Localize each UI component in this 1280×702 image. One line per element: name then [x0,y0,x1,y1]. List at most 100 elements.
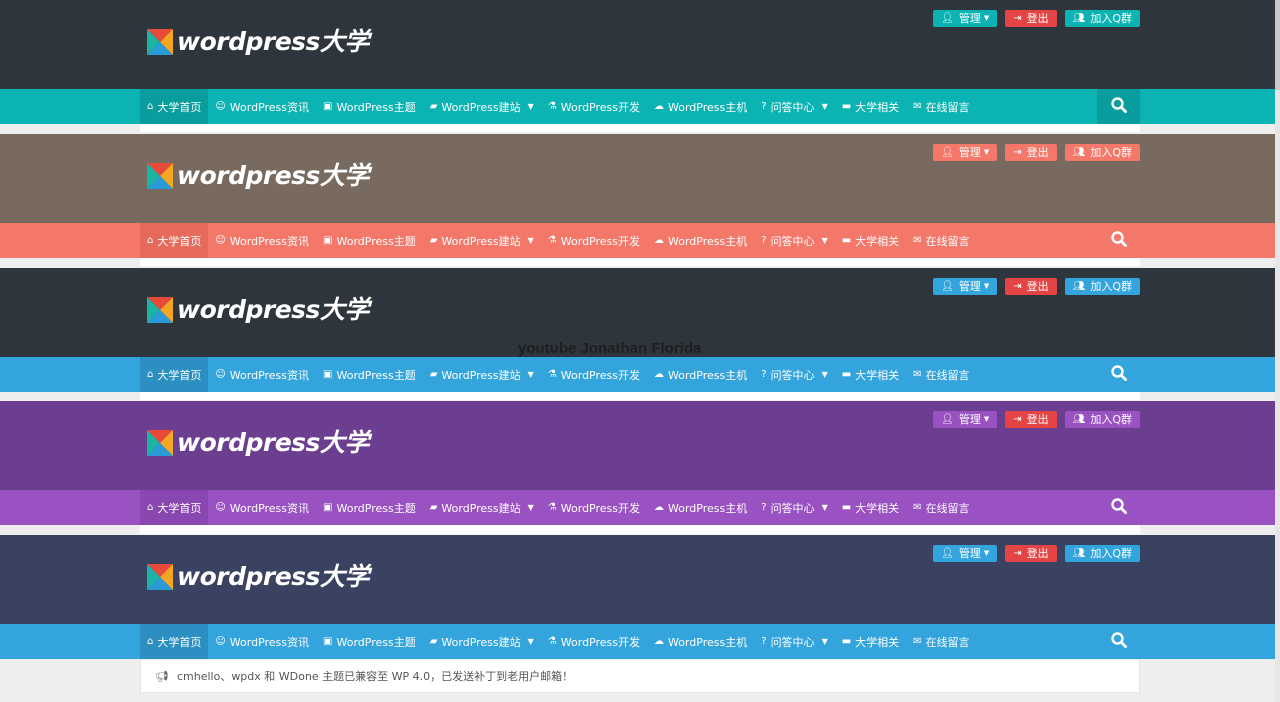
nav-item-1[interactable]: ☺ WordPress资讯 [208,89,316,124]
nav-item-label: WordPress建站 [441,368,521,382]
nav-item-2[interactable]: ▣ WordPress主题 [316,490,423,525]
search-button[interactable] [1097,490,1140,525]
manage-button[interactable]: 👤︎ 管理 ▼ [933,278,998,295]
logout-button[interactable]: ⇥ 登出 [1005,144,1057,161]
question-icon: ? [761,636,767,647]
logout-button[interactable]: ⇥ 登出 [1005,411,1057,428]
nav-item-0[interactable]: ⌂ 大学首页 [140,357,209,392]
sign-out-icon: ⇥ [1013,147,1022,158]
nav-item-1[interactable]: ☺ WordPress资讯 [208,357,316,392]
search-icon [1110,497,1127,518]
nav-item-3[interactable]: ▰ WordPress建站 ▼ [423,89,541,124]
nav-item-8[interactable]: ✉ 在线留言 [906,624,976,659]
search-icon [1110,230,1127,251]
nav-item-1[interactable]: ☺ WordPress资讯 [208,223,316,258]
nav-item-6[interactable]: ? 问答中心 ▼ [754,89,834,124]
site-header: wordpress大学 👤︎ 管理 ▼ ⇥ 登出 👥︎ 加入Q群 [0,0,1280,89]
site-logo[interactable]: wordpress大学 [147,162,369,190]
nav-item-label: 大学相关 [855,501,900,515]
nav-item-label: 问答中心 [770,635,815,649]
nav-item-7[interactable]: ▬ 大学相关 [835,357,906,392]
main-nav: ⌂ 大学首页 ☺ WordPress资讯 ▣ WordPress主题 ▰ WordPress建… [0,223,1280,258]
logo-text: wordpress大学 [177,161,369,190]
nav-item-7[interactable]: ▬ 大学相关 [835,89,906,124]
nav-item-3[interactable]: ▰ WordPress建站 ▼ [423,223,541,258]
nav-item-6[interactable]: ? 问答中心 ▼ [754,490,834,525]
search-button[interactable] [1097,89,1140,124]
manage-button[interactable]: 👤︎ 管理 ▼ [933,411,998,428]
nav-item-5[interactable]: ☁ WordPress主机 [647,357,754,392]
nav-item-6[interactable]: ? 问答中心 ▼ [754,223,834,258]
search-button[interactable] [1097,223,1140,258]
nav-item-5[interactable]: ☁ WordPress主机 [647,490,754,525]
notice-text[interactable]: cmhello、wpdx 和 WDone 主题已兼容至 WP 4.0，已发送补丁… [177,668,573,684]
nav-item-4[interactable]: ⚗ WordPress开发 [541,490,647,525]
nav-item-label: WordPress主机 [668,368,748,382]
join-qq-group-button[interactable]: 👥︎ 加入Q群 [1064,545,1140,562]
theme-variant-navy: wordpress大学 👤︎ 管理 ▼ ⇥ 登出 👥︎ 加入Q群 ⌂ 大学首页 ☺ WordPress… [0,535,1280,659]
nav-item-7[interactable]: ▬ 大学相关 [835,490,906,525]
nav-item-0[interactable]: ⌂ 大学首页 [140,490,209,525]
nav-item-3[interactable]: ▰ WordPress建站 ▼ [423,490,541,525]
home-icon: ⌂ [147,101,154,112]
logout-button[interactable]: ⇥ 登出 [1005,278,1057,295]
nav-item-label: 在线留言 [925,234,970,248]
join-qq-group-button[interactable]: 👥︎ 加入Q群 [1064,411,1140,428]
nav-item-0[interactable]: ⌂ 大学首页 [140,89,209,124]
search-icon [1110,96,1127,117]
nav-item-1[interactable]: ☺ WordPress资讯 [208,490,316,525]
nav-item-5[interactable]: ☁ WordPress主机 [647,223,754,258]
nav-item-3[interactable]: ▰ WordPress建站 ▼ [423,357,541,392]
nav-item-label: 问答中心 [770,100,815,114]
site-logo[interactable]: wordpress大学 [147,296,369,324]
scrollbar-thumb[interactable] [1275,0,1280,90]
nav-item-8[interactable]: ✉ 在线留言 [906,89,976,124]
join-qq-group-button[interactable]: 👥︎ 加入Q群 [1064,278,1140,295]
video-watermark: youtube Jonathan Florida [518,340,702,357]
join-qq-group-button[interactable]: 👥︎ 加入Q群 [1064,144,1140,161]
nav-item-4[interactable]: ⚗ WordPress开发 [541,624,647,659]
nav-item-7[interactable]: ▬ 大学相关 [835,624,906,659]
manage-button[interactable]: 👤︎ 管理 ▼ [933,545,998,562]
join-qq-group-button-label: 加入Q群 [1090,146,1132,159]
nav-item-8[interactable]: ✉ 在线留言 [906,223,976,258]
theme-variant-blue: wordpress大学 👤︎ 管理 ▼ ⇥ 登出 👥︎ 加入Q群 ⌂ 大学首页 ☺ WordPress… [0,268,1280,400]
logo-text: wordpress大学 [177,428,369,457]
top-button-group: 👤︎ 管理 ▼ ⇥ 登出 👥︎ 加入Q群 [933,144,1140,161]
nav-item-label: WordPress开发 [560,635,641,649]
nav-item-6[interactable]: ? 问答中心 ▼ [754,357,834,392]
logout-button[interactable]: ⇥ 登出 [1005,10,1057,27]
nav-item-5[interactable]: ☁ WordPress主机 [647,624,754,659]
join-qq-group-button[interactable]: 👥︎ 加入Q群 [1064,10,1140,27]
site-logo[interactable]: wordpress大学 [147,429,369,457]
manage-button[interactable]: 👤︎ 管理 ▼ [933,10,998,27]
manage-button[interactable]: 👤︎ 管理 ▼ [933,144,998,161]
logout-button[interactable]: ⇥ 登出 [1005,545,1057,562]
nav-item-8[interactable]: ✉ 在线留言 [906,357,976,392]
nav-item-2[interactable]: ▣ WordPress主题 [316,357,423,392]
nav-item-4[interactable]: ⚗ WordPress开发 [541,223,647,258]
nav-item-4[interactable]: ⚗ WordPress开发 [541,89,647,124]
nav-item-2[interactable]: ▣ WordPress主题 [316,223,423,258]
search-button[interactable] [1097,357,1140,392]
site-logo[interactable]: wordpress大学 [147,28,369,56]
nav-item-0[interactable]: ⌂ 大学首页 [140,223,209,258]
nav-item-0[interactable]: ⌂ 大学首页 [140,624,209,659]
site-logo[interactable]: wordpress大学 [147,563,369,591]
nav-item-label: WordPress资讯 [229,501,310,515]
nav-item-2[interactable]: ▣ WordPress主题 [316,624,423,659]
book-icon: ▰ [429,502,438,513]
nav-item-8[interactable]: ✉ 在线留言 [906,490,976,525]
nav-item-3[interactable]: ▰ WordPress建站 ▼ [423,624,541,659]
search-button[interactable] [1097,624,1140,659]
nav-item-1[interactable]: ☺ WordPress资讯 [208,624,316,659]
nav-item-2[interactable]: ▣ WordPress主题 [316,89,423,124]
nav-item-5[interactable]: ☁ WordPress主机 [647,89,754,124]
nav-item-4[interactable]: ⚗ WordPress开发 [541,357,647,392]
site-header: wordpress大学 👤︎ 管理 ▼ ⇥ 登出 👥︎ 加入Q群 [0,535,1280,624]
comments-icon: ✉ [913,636,922,647]
nav-item-7[interactable]: ▬ 大学相关 [835,223,906,258]
page-scrollbar[interactable] [1275,0,1280,702]
flask-icon: ⚗ [547,101,557,112]
nav-item-6[interactable]: ? 问答中心 ▼ [754,624,834,659]
